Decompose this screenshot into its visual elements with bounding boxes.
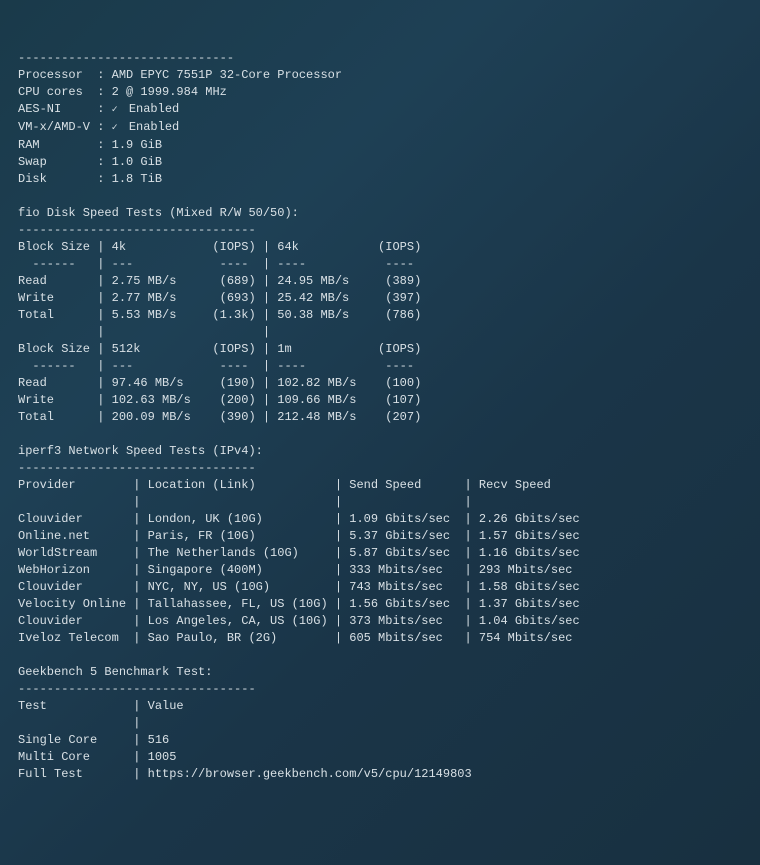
disk-label: Disk : bbox=[18, 172, 104, 186]
iperf-row: Clouvider | Los Angeles, CA, US (10G) | … bbox=[18, 614, 587, 628]
divider: --------------------------------- bbox=[18, 461, 256, 475]
geekbench-row: Single Core | 516 bbox=[18, 733, 594, 747]
fio-sep: ------ | --- ---- | ---- ---- bbox=[18, 359, 421, 373]
vmx-value: Enabled bbox=[129, 120, 179, 134]
geekbench-header: Test | Value bbox=[18, 699, 594, 713]
vmx-label: VM-x/AMD-V : bbox=[18, 120, 104, 134]
check-icon bbox=[112, 102, 122, 116]
iperf-row: Clouvider | NYC, NY, US (10G) | 743 Mbit… bbox=[18, 580, 587, 594]
check-icon bbox=[112, 120, 122, 134]
cores-value: 2 @ 1999.984 MHz bbox=[112, 85, 227, 99]
iperf-row: Iveloz Telecom | Sao Paulo, BR (2G) | 60… bbox=[18, 631, 587, 645]
aesni-label: AES-NI : bbox=[18, 102, 104, 116]
processor-label: Processor : bbox=[18, 68, 104, 82]
geekbench-title: Geekbench 5 Benchmark Test: bbox=[18, 665, 212, 679]
aesni-value: Enabled bbox=[129, 102, 179, 116]
iperf-row: Clouvider | London, UK (10G) | 1.09 Gbit… bbox=[18, 512, 587, 526]
processor-value: AMD EPYC 7551P 32-Core Processor bbox=[112, 68, 342, 82]
ram-label: RAM : bbox=[18, 138, 104, 152]
fio-row: Read | 2.75 MB/s (689) | 24.95 MB/s (389… bbox=[18, 274, 421, 288]
geekbench-row: Full Test | https://browser.geekbench.co… bbox=[18, 767, 594, 781]
divider: ------------------------------ bbox=[18, 51, 234, 65]
fio-row: Write | 2.77 MB/s (693) | 25.42 MB/s (39… bbox=[18, 291, 421, 305]
disk-value: 1.8 TiB bbox=[112, 172, 162, 186]
fio-sep: ------ | --- ---- | ---- ---- bbox=[18, 257, 421, 271]
iperf-row: Online.net | Paris, FR (10G) | 5.37 Gbit… bbox=[18, 529, 587, 543]
fio-row: Write | 102.63 MB/s (200) | 109.66 MB/s … bbox=[18, 393, 421, 407]
fio-gap: | | bbox=[18, 325, 421, 339]
geekbench-sep: | bbox=[18, 716, 594, 730]
iperf-row: WorldStream | The Netherlands (10G) | 5.… bbox=[18, 546, 587, 560]
swap-label: Swap : bbox=[18, 155, 104, 169]
iperf-header: Provider | Location (Link) | Send Speed … bbox=[18, 478, 587, 492]
fio-header: Block Size | 4k (IOPS) | 64k (IOPS) bbox=[18, 240, 421, 254]
fio-row: Total | 5.53 MB/s (1.3k) | 50.38 MB/s (7… bbox=[18, 308, 421, 322]
terminal-output: ------------------------------ Processor… bbox=[18, 50, 760, 783]
swap-value: 1.0 GiB bbox=[112, 155, 162, 169]
fio-row: Total | 200.09 MB/s (390) | 212.48 MB/s … bbox=[18, 410, 421, 424]
cores-label: CPU cores : bbox=[18, 85, 104, 99]
iperf-row: WebHorizon | Singapore (400M) | 333 Mbit… bbox=[18, 563, 587, 577]
iperf-title: iperf3 Network Speed Tests (IPv4): bbox=[18, 444, 263, 458]
iperf-row: Velocity Online | Tallahassee, FL, US (1… bbox=[18, 597, 587, 611]
divider: --------------------------------- bbox=[18, 223, 256, 237]
fio-row: Read | 97.46 MB/s (190) | 102.82 MB/s (1… bbox=[18, 376, 421, 390]
fio-title: fio Disk Speed Tests (Mixed R/W 50/50): bbox=[18, 206, 299, 220]
iperf-sep: | | | bbox=[18, 495, 587, 509]
divider: --------------------------------- bbox=[18, 682, 256, 696]
geekbench-row: Multi Core | 1005 bbox=[18, 750, 594, 764]
ram-value: 1.9 GiB bbox=[112, 138, 162, 152]
fio-header: Block Size | 512k (IOPS) | 1m (IOPS) bbox=[18, 342, 421, 356]
